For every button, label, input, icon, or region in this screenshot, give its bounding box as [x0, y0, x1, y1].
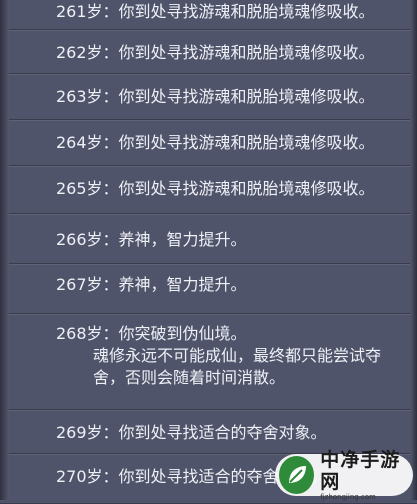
watermark-title: 中净手游网: [320, 448, 401, 493]
life-event-log[interactable]: 261岁：你到处寻找游魂和脱胎境魂修吸收。 262岁：你到处寻找游魂和脱胎境魂修…: [0, 0, 417, 504]
frame-border-left: [0, 0, 9, 500]
log-entry: 265岁：你到处寻找游魂和脱胎境魂修吸收。: [0, 166, 417, 214]
log-entry: 269岁：你到处寻找适合的夺舍对象。: [0, 410, 417, 454]
log-entry: 266岁：养神，智力提升。: [0, 214, 417, 264]
log-entry-multiline: 268岁：你突破到伪仙境。 魂修永远不可能成仙，最终都只能尝试夺 舍，否则会随着…: [0, 314, 417, 410]
log-entry: 264岁：你到处寻找游魂和脱胎境魂修吸收。: [0, 120, 417, 166]
frame-border-right: [410, 0, 417, 500]
log-entry: 261岁：你到处寻找游魂和脱胎境魂修吸收。: [0, 0, 417, 30]
leaf-icon: [279, 456, 315, 494]
site-watermark: 中净手游网 fjzhongjing.com: [275, 449, 413, 501]
log-entry: 263岁：你到处寻找游魂和脱胎境魂修吸收。: [0, 74, 417, 120]
watermark-url: fjzhongjing.com: [320, 492, 376, 501]
log-entry: 267岁：养神，智力提升。: [0, 264, 417, 314]
log-entry: 262岁：你到处寻找游魂和脱胎境魂修吸收。: [0, 30, 417, 74]
